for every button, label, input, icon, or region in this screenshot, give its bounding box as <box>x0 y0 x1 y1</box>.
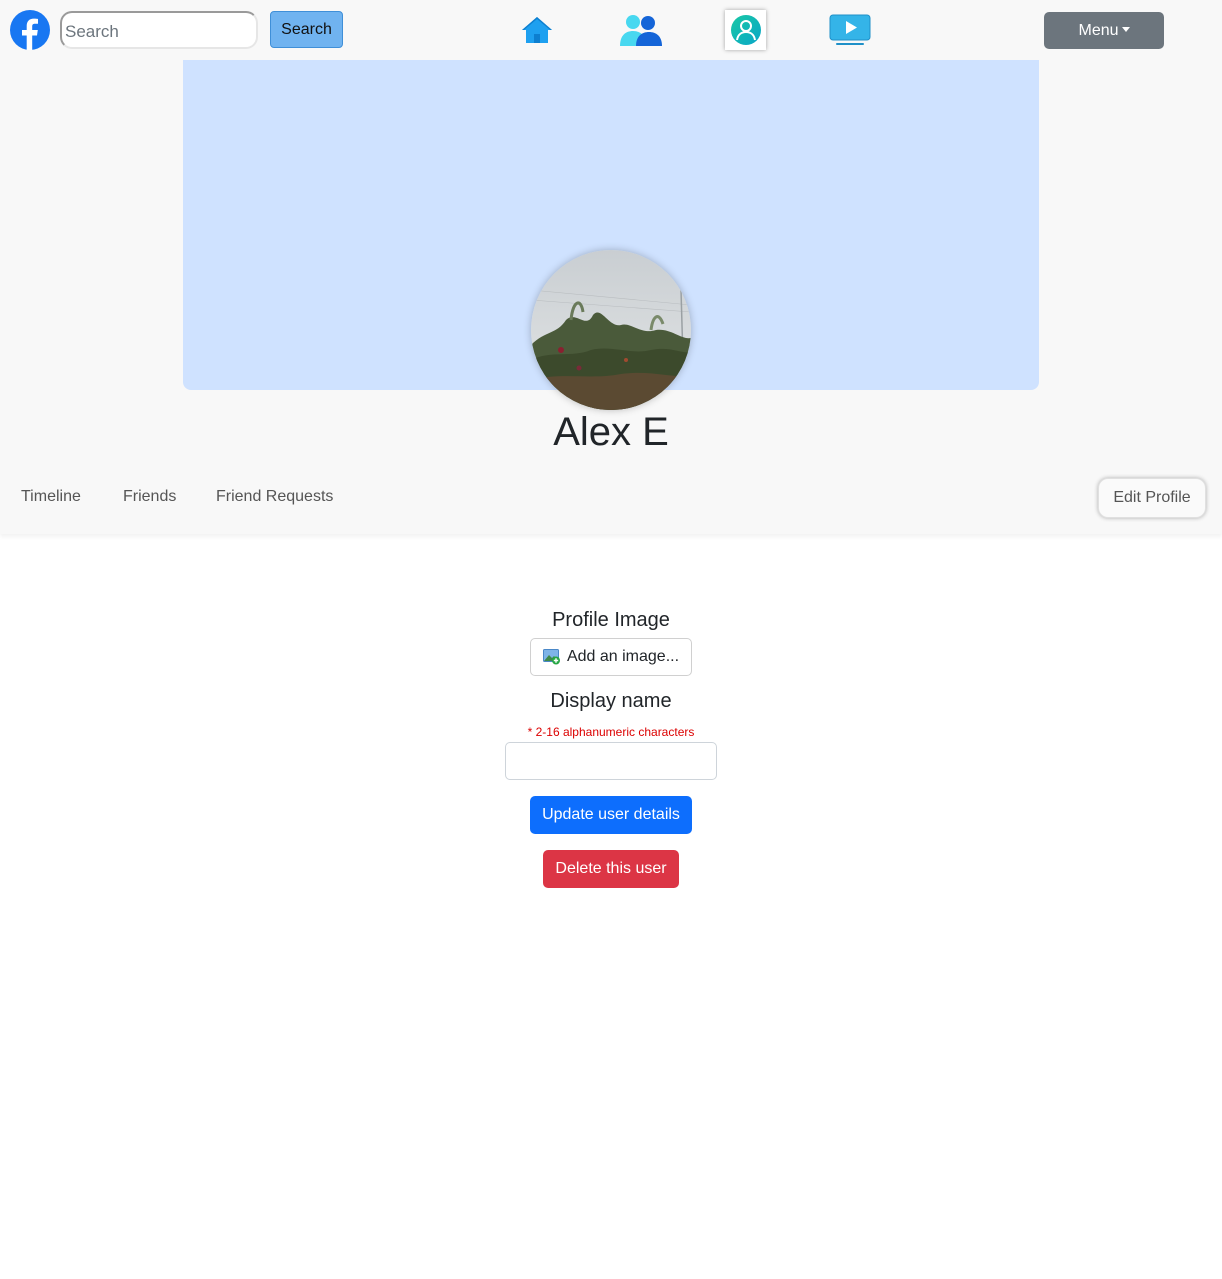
display-name-hint: * 2-16 alphanumeric characters <box>527 725 695 739</box>
profile-name: Alex E <box>553 410 669 454</box>
tab-friend-requests[interactable]: Friend Requests <box>216 488 333 506</box>
add-image-label: Add an image... <box>566 648 680 665</box>
search-input[interactable] <box>60 11 258 49</box>
profile-icon[interactable] <box>725 10 766 50</box>
menu-dropdown-button[interactable]: Menu <box>1044 12 1164 49</box>
display-name-label: Display name <box>550 690 672 712</box>
tab-friends[interactable]: Friends <box>123 488 176 506</box>
update-user-button[interactable]: Update user details <box>530 796 692 834</box>
watch-icon[interactable] <box>829 10 871 50</box>
home-icon[interactable] <box>517 10 557 50</box>
display-name-input[interactable] <box>505 742 717 780</box>
add-image-icon <box>542 649 560 665</box>
tab-timeline[interactable]: Timeline <box>21 488 81 506</box>
profile-image-label: Profile Image <box>552 609 670 631</box>
search-button[interactable]: Search <box>270 11 343 48</box>
add-image-button[interactable]: Add an image... <box>530 638 692 676</box>
friends-icon[interactable] <box>618 10 664 50</box>
caret-down-icon <box>1121 26 1130 32</box>
top-navbar: Search Search Menu <box>0 0 1222 60</box>
profile-avatar[interactable] <box>531 250 691 410</box>
delete-user-button[interactable]: Delete this user <box>543 850 679 888</box>
facebook-logo-icon[interactable] <box>10 10 50 50</box>
menu-label: Menu <box>1078 21 1119 39</box>
profile-header: Alex E Timeline Friends Friend Requests … <box>0 60 1222 534</box>
edit-profile-button[interactable]: Edit Profile <box>1098 478 1206 518</box>
